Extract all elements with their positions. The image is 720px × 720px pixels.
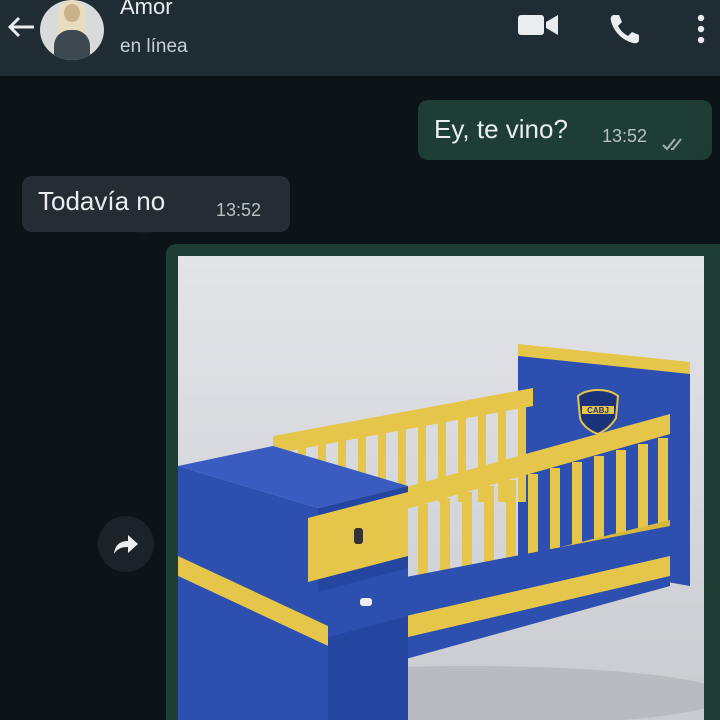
message-text: Ey, te vino? — [434, 114, 568, 144]
outgoing-message[interactable]: Ey, te vino? 13:52 — [418, 100, 712, 160]
contact-status: en línea — [120, 36, 188, 57]
forward-button[interactable] — [98, 516, 154, 572]
crib-photo[interactable]: CABJ — [178, 256, 704, 720]
incoming-message[interactable]: Todavía no 13:52 — [22, 176, 290, 232]
svg-text:CABJ: CABJ — [587, 406, 609, 415]
message-text: Todavía no — [38, 186, 166, 216]
message-time: 13:52 — [602, 126, 648, 146]
crib-illustration: CABJ — [178, 344, 704, 720]
read-ticks-icon — [662, 128, 688, 151]
back-arrow-icon[interactable] — [4, 10, 38, 44]
contact-name[interactable]: Amor — [120, 0, 173, 20]
video-call-icon[interactable] — [518, 12, 560, 38]
avatar[interactable] — [40, 0, 104, 60]
forward-icon — [114, 535, 138, 554]
chat-header: Amor en línea — [0, 0, 720, 76]
more-vert-icon[interactable] — [692, 12, 710, 46]
phone-icon[interactable] — [608, 12, 642, 46]
message-time: 13:52 — [216, 200, 262, 220]
